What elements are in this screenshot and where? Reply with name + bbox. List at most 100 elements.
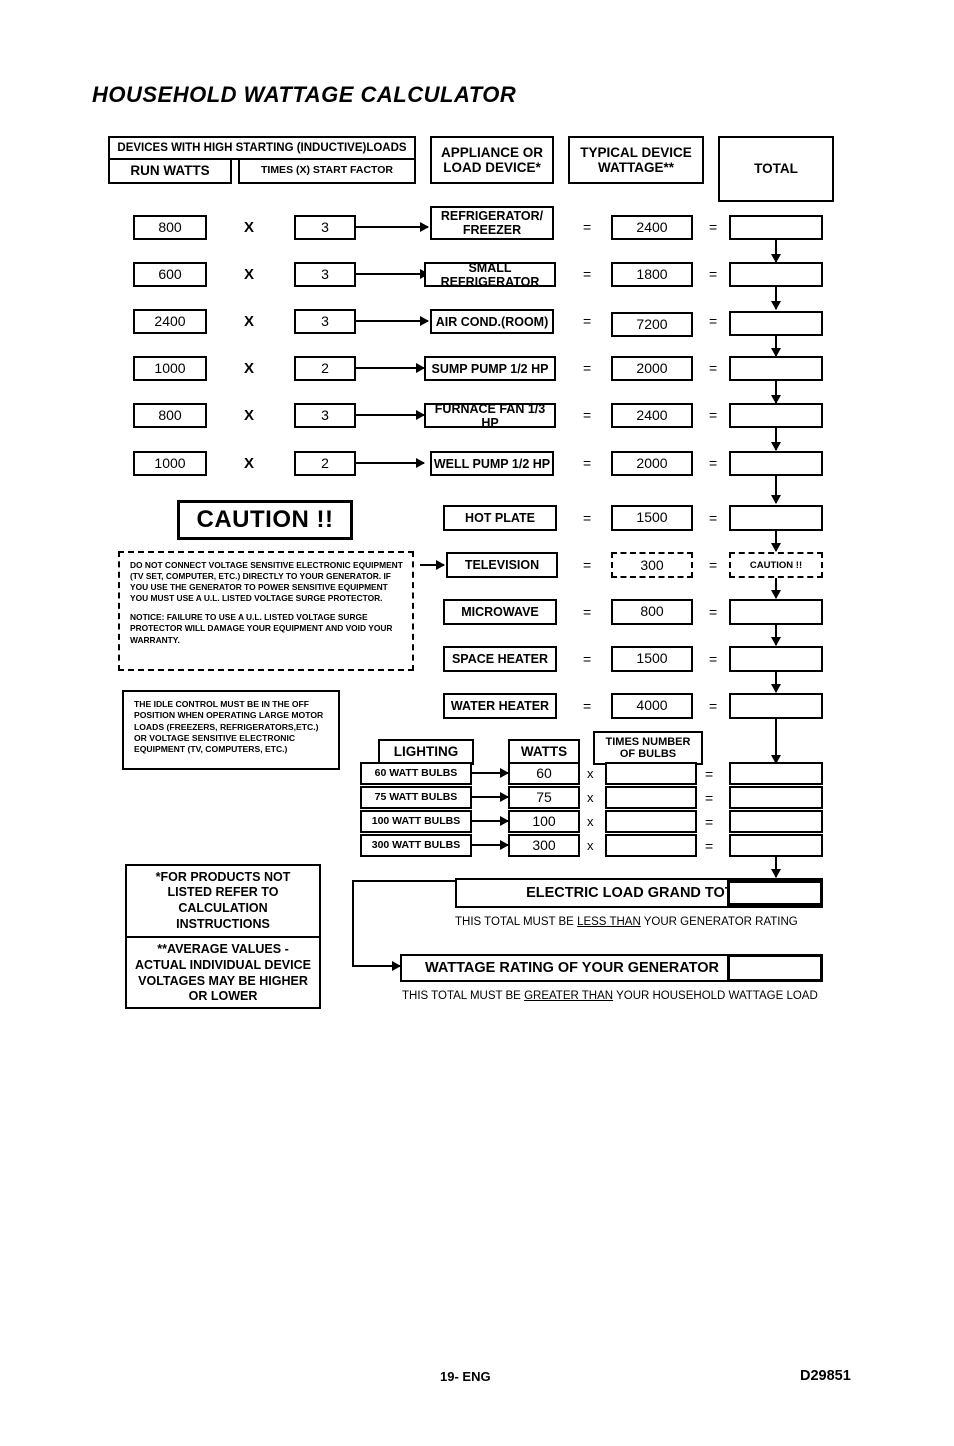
total-input-space-heater[interactable] bbox=[729, 646, 823, 672]
arrow-to-device-1 bbox=[356, 269, 429, 279]
equals-r2: = bbox=[583, 604, 592, 620]
wattage-value-hot-plate: 1500 bbox=[611, 505, 693, 531]
generator-note-post: YOUR HOUSEHOLD WATTAGE LOAD bbox=[613, 990, 818, 1002]
totals-to-grand-arrow bbox=[771, 857, 781, 878]
lighting-equals-1: = bbox=[705, 790, 714, 806]
run-watts-input-5[interactable]: 1000 bbox=[133, 451, 207, 476]
lighting-bulbs-input-1[interactable] bbox=[605, 786, 697, 809]
times-symbol-4: X bbox=[244, 407, 255, 424]
caution-banner: CAUTION !! bbox=[177, 500, 353, 540]
total-input-5[interactable] bbox=[729, 451, 823, 476]
arrow-to-device-2 bbox=[356, 316, 429, 326]
lighting-label-3: 300 WATT BULBS bbox=[360, 834, 472, 857]
lighting-label-0: 60 WATT BULBS bbox=[360, 762, 472, 785]
equals-total-r3: = bbox=[709, 651, 718, 667]
equals-total-2: = bbox=[709, 313, 718, 329]
total-input-2[interactable] bbox=[729, 311, 823, 336]
run-watts-input-2[interactable]: 2400 bbox=[133, 309, 207, 334]
lighting-total-3[interactable] bbox=[729, 834, 823, 857]
lighting-total-1[interactable] bbox=[729, 786, 823, 809]
device-line1-0: REFRIGERATOR/ bbox=[440, 209, 544, 223]
run-watts-input-4[interactable]: 800 bbox=[133, 403, 207, 428]
lighting-equals-0: = bbox=[705, 766, 714, 782]
run-watts-input-1[interactable]: 600 bbox=[133, 262, 207, 287]
wattage-value-2: 7200 bbox=[611, 312, 693, 337]
start-factor-input-2[interactable]: 3 bbox=[294, 309, 356, 334]
run-watts-input-3[interactable]: 1000 bbox=[133, 356, 207, 381]
total-input-1[interactable] bbox=[729, 262, 823, 287]
total-input-microwave[interactable] bbox=[729, 599, 823, 625]
start-factor-input-1[interactable]: 3 bbox=[294, 262, 356, 287]
footnote-products-not-listed: *FOR PRODUCTS NOT LISTED REFER TO CALCUL… bbox=[155, 869, 291, 931]
total-input-hot-plate[interactable] bbox=[729, 505, 823, 531]
electric-load-grand-total-value[interactable] bbox=[727, 880, 823, 906]
equals-r0: = bbox=[583, 510, 592, 526]
generator-note-emphasis: GREATER THAN bbox=[524, 990, 614, 1002]
notice-paragraph-2: NOTICE: FAILURE TO USE A U.L. LISTED VOL… bbox=[130, 612, 393, 645]
device-label-microwave: MICROWAVE bbox=[443, 599, 557, 625]
wattage-value-television: 300 bbox=[611, 552, 693, 578]
arrow-to-device-4 bbox=[356, 410, 425, 420]
total-arrow-2 bbox=[771, 336, 781, 357]
lighting-label-1: 75 WATT BULBS bbox=[360, 786, 472, 809]
wattage-value-0: 2400 bbox=[611, 215, 693, 240]
run-watts-input-0[interactable]: 800 bbox=[133, 215, 207, 240]
arrow-to-device-3 bbox=[356, 363, 425, 373]
start-factor-input-5[interactable]: 2 bbox=[294, 451, 356, 476]
equals-total-3: = bbox=[709, 360, 718, 376]
device-label-space-heater: SPACE HEATER bbox=[443, 646, 557, 672]
total-arrow-5 bbox=[771, 476, 781, 504]
equals-4: = bbox=[583, 407, 592, 423]
wattage-value-water-heater: 4000 bbox=[611, 693, 693, 719]
equals-total-r4: = bbox=[709, 698, 718, 714]
times-symbol-0: X bbox=[244, 219, 255, 236]
lighting-arrow-2 bbox=[472, 816, 509, 826]
start-factor-input-0[interactable]: 3 bbox=[294, 215, 356, 240]
device-label-1: SMALL REFRIGERATOR bbox=[424, 261, 556, 289]
lighting-total-0[interactable] bbox=[729, 762, 823, 785]
total-input-3[interactable] bbox=[729, 356, 823, 381]
lighting-bulbs-input-3[interactable] bbox=[605, 834, 697, 857]
device-label-2: AIR COND.(ROOM) bbox=[430, 309, 554, 334]
lighting-watts-3: 300 bbox=[508, 834, 580, 857]
header-start-factor: TIMES (X) START FACTOR bbox=[238, 158, 416, 184]
total-input-television[interactable]: CAUTION !! bbox=[729, 552, 823, 578]
start-factor-input-4[interactable]: 3 bbox=[294, 403, 356, 428]
generator-rating-label: WATTAGE RATING OF YOUR GENERATOR bbox=[400, 954, 744, 982]
arrow-to-device-5 bbox=[356, 458, 425, 468]
times-symbol-3: X bbox=[244, 360, 255, 377]
lighting-watts-1: 75 bbox=[508, 786, 580, 809]
notice-paragraph-1: DO NOT CONNECT VOLTAGE SENSITIVE ELECTRO… bbox=[130, 560, 403, 604]
lighting-arrow-0 bbox=[472, 768, 509, 778]
lighting-times-0: x bbox=[587, 766, 594, 781]
lighting-total-2[interactable] bbox=[729, 810, 823, 833]
total-input-0[interactable] bbox=[729, 215, 823, 240]
grand-total-note: THIS TOTAL MUST BE LESS THAN YOUR GENERA… bbox=[455, 916, 798, 928]
lighting-times-2: x bbox=[587, 814, 594, 829]
total-arrow-r1 bbox=[771, 578, 781, 599]
lighting-watts-0: 60 bbox=[508, 762, 580, 785]
header-typical-line2: WATTAGE** bbox=[598, 160, 674, 175]
lighting-label-2: 100 WATT BULBS bbox=[360, 810, 472, 833]
header-appliance-line1: APPLIANCE OR bbox=[440, 144, 543, 160]
lighting-bulbs-input-2[interactable] bbox=[605, 810, 697, 833]
lighting-arrow-1 bbox=[472, 792, 509, 802]
wattage-value-3: 2000 bbox=[611, 356, 693, 381]
device-label-0: REFRIGERATOR/ FREEZER bbox=[430, 206, 554, 240]
connector-arrow-to-generator bbox=[352, 961, 401, 971]
total-input-4[interactable] bbox=[729, 403, 823, 428]
equals-total-r0: = bbox=[709, 510, 718, 526]
wattage-value-1: 1800 bbox=[611, 262, 693, 287]
connector-top bbox=[352, 880, 456, 882]
total-arrow-4 bbox=[771, 428, 781, 451]
lighting-bulbs-input-0[interactable] bbox=[605, 762, 697, 785]
device-label-3: SUMP PUMP 1/2 HP bbox=[424, 356, 556, 381]
equals-total-r2: = bbox=[709, 604, 718, 620]
equals-r4: = bbox=[583, 698, 592, 714]
start-factor-input-3[interactable]: 2 bbox=[294, 356, 356, 381]
total-arrow-3 bbox=[771, 381, 781, 404]
lighting-equals-2: = bbox=[705, 814, 714, 830]
generator-rating-value[interactable] bbox=[727, 954, 823, 982]
total-input-water-heater[interactable] bbox=[729, 693, 823, 719]
footer-page-number: 19- ENG bbox=[440, 1369, 491, 1384]
